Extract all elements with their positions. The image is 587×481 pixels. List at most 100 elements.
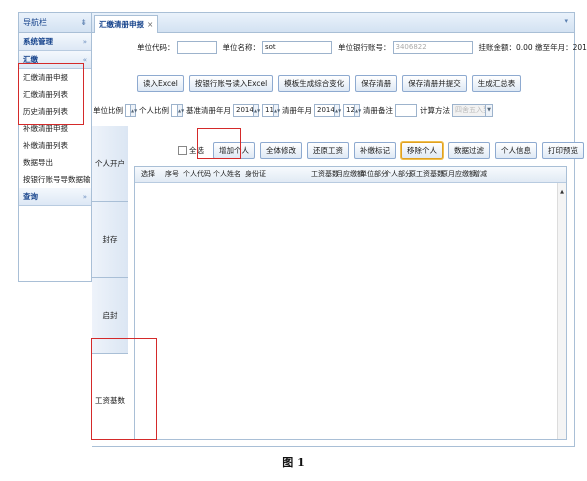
personal-info-button[interactable]: 个人信息 [495,142,537,159]
calc-method-value[interactable]: 四舍五入到元 [452,104,486,117]
expand-icon: » [82,37,87,46]
accordion-query[interactable]: 查询 » [19,188,91,206]
unit-ratio-stepper[interactable]: ▲▼ [125,104,137,117]
save-submit-button[interactable]: 保存清册并提交 [402,75,467,92]
close-icon[interactable]: × [147,20,153,29]
import-excel-by-bank-button[interactable]: 按银行账号读入Excel [188,75,274,92]
modify-all-button[interactable]: 全体修改 [260,142,302,159]
bank-account-label: 单位银行账号： [338,43,391,52]
column-header-personal-part[interactable]: 个人部分 [384,167,412,182]
column-header-orig-monthly-due[interactable]: 原月应缴额 [441,167,476,182]
collapse-section-icon: « [82,55,87,64]
figure-caption: 图 1 [282,456,305,469]
tab-label: 启封 [102,311,118,320]
navigation-title: 导航栏 [23,18,47,27]
print-preview-button[interactable]: 打印预览 [542,142,584,159]
stepper-arrows-icon[interactable]: ▲▼ [177,104,184,117]
chevron-down-icon[interactable]: ▼ [486,104,493,117]
column-header-orig-wage-base[interactable]: 原工资基数 [409,167,444,182]
accordion-remittance[interactable]: 汇缴 « [19,51,91,69]
select-all-checkbox[interactable] [178,146,187,155]
accordion-label: 汇缴 [23,55,38,64]
column-header-change[interactable]: 增减 [473,167,487,182]
nav-item-supplement-declare[interactable]: 补缴清册申报 [19,120,91,137]
tab-seal[interactable]: 封存 [92,202,128,278]
collapse-icon[interactable]: ⇟ [80,18,87,27]
nav-item-supplement-list[interactable]: 补缴清册列表 [19,137,91,154]
stepper-arrows-icon[interactable]: ▲▼ [130,104,137,117]
stepper-arrows-icon[interactable]: ▲▼ [253,104,260,117]
tab-personal-account[interactable]: 个人开户 [92,126,128,202]
tab-wage-base[interactable]: 工资基数 [92,354,128,447]
add-person-button[interactable]: 增加个人 [213,142,255,159]
accordion-label: 系统管理 [23,37,53,46]
form-row-period: 单位比例 ▲▼ 个人比例 ▲▼ 基准清册年月 2014 ▲▼ 11 ▲▼ 清册年… [93,104,493,117]
remittance-menu: 汇缴清册申报 汇缴清册列表 历史清册列表 补缴清册申报 补缴清册列表 数据导出 … [19,69,91,188]
remark-label: 清册备注 [363,106,393,115]
balance-info: 挂账金额：0.00 缴至年月：2014年11月 [478,43,587,52]
unit-name-field[interactable]: sot [262,41,332,54]
personal-ratio-stepper[interactable]: ▲▼ [171,104,184,117]
end-month-field[interactable]: 12 [343,104,354,117]
personal-ratio-label: 个人比例 [139,106,169,115]
person-toolbar: 全选 增加个人 全体修改 还原工资 补缴标记 移除个人 数据过滤 个人信息 打印… [178,142,587,159]
nav-item-bank-export[interactable]: 按银行账号导数据输出 [19,171,91,188]
nav-item-history-list[interactable]: 历史清册列表 [19,103,91,120]
scroll-up-icon[interactable]: ▲ [558,189,566,195]
nav-item-remittance-list[interactable]: 汇缴清册列表 [19,86,91,103]
table-header: 选择 序号 个人代码 个人姓名 身份证 工资基数 月应缴额 单位部分 个人部分 … [135,167,566,183]
tab-remittance-declare[interactable]: 汇缴清册申报 × [94,15,159,33]
select-all-label: 全选 [189,146,204,155]
end-year-field[interactable]: 2014 [314,104,334,117]
end-year-stepper[interactable]: 2014 ▲▼ [314,104,341,117]
generate-summary-button[interactable]: 生成汇总表 [471,75,522,92]
unit-name-label: 单位名称： [222,43,261,52]
nav-item-remittance-declare[interactable]: 汇缴清册申报 [19,69,91,86]
accordion-label: 查询 [23,192,38,201]
import-excel-button[interactable]: 读入Excel [137,75,184,92]
end-period-label: 清册年月 [282,106,312,115]
column-header-person-name[interactable]: 个人姓名 [213,167,241,182]
tab-menu-icon[interactable]: ▾ [564,17,568,25]
stepper-arrows-icon[interactable]: ▲▼ [273,104,280,117]
start-year-stepper[interactable]: 2014 ▲▼ [233,104,260,117]
start-year-field[interactable]: 2014 [233,104,253,117]
nav-item-data-export[interactable]: 数据导出 [19,154,91,171]
calc-method-select[interactable]: 四舍五入到元 ▼ [452,104,493,117]
column-header-wage-base[interactable]: 工资基数 [311,167,339,182]
restore-wage-button[interactable]: 还原工资 [307,142,349,159]
tab-label: 汇缴清册申报 [99,20,144,29]
expand-icon: » [82,192,87,201]
vertical-tab-bar: 个人开户 封存 启封 工资基数 [92,126,128,447]
remark-field[interactable] [395,104,417,117]
tab-unseal[interactable]: 启封 [92,278,128,354]
tab-label: 封存 [102,235,118,244]
save-register-button[interactable]: 保存清册 [355,75,398,92]
navigation-panel: 导航栏 ⇟ 系统管理 » 汇缴 « 汇缴清册申报 汇缴清册列表 历史清册列表 补… [18,12,92,282]
start-period-label: 基准清册年月 [186,106,231,115]
tab-label: 个人开户 [95,159,125,168]
remove-person-button[interactable]: 移除个人 [401,142,443,159]
supplement-mark-button[interactable]: 补缴标记 [354,142,396,159]
bank-account-field[interactable]: 3406822 [392,41,473,54]
column-header-seq[interactable]: 序号 [165,167,179,182]
column-header-id-card[interactable]: 身份证 [245,167,266,182]
end-month-stepper[interactable]: 12 ▲▼ [343,104,361,117]
column-header-person-code[interactable]: 个人代码 [183,167,211,182]
person-table: 选择 序号 个人代码 个人姓名 身份证 工资基数 月应缴额 单位部分 个人部分 … [134,166,567,440]
unit-ratio-label: 单位比例 [93,106,123,115]
tab-bar: 汇缴清册申报 × ▾ [92,13,574,33]
accordion-system-management[interactable]: 系统管理 » [19,33,91,51]
column-header-select[interactable]: 选择 [141,167,155,182]
start-month-stepper[interactable]: 11 ▲▼ [262,104,280,117]
form-row-unit: 单位代码： 单位名称： sot 单位银行账号： 3406822 挂账金额：0.0… [137,41,587,54]
vertical-scrollbar[interactable]: ▲ [557,183,566,439]
stepper-arrows-icon[interactable]: ▲▼ [354,104,361,117]
calc-method-label: 计算方法 [420,106,450,115]
start-month-field[interactable]: 11 [262,104,273,117]
data-filter-button[interactable]: 数据过滤 [448,142,490,159]
unit-code-field[interactable] [176,41,217,54]
stepper-arrows-icon[interactable]: ▲▼ [334,104,341,117]
import-toolbar: 读入Excel 按银行账号读入Excel 模板生成综合变化 保存清册 保存清册并… [137,75,526,92]
generate-template-button[interactable]: 模板生成综合变化 [278,75,351,92]
